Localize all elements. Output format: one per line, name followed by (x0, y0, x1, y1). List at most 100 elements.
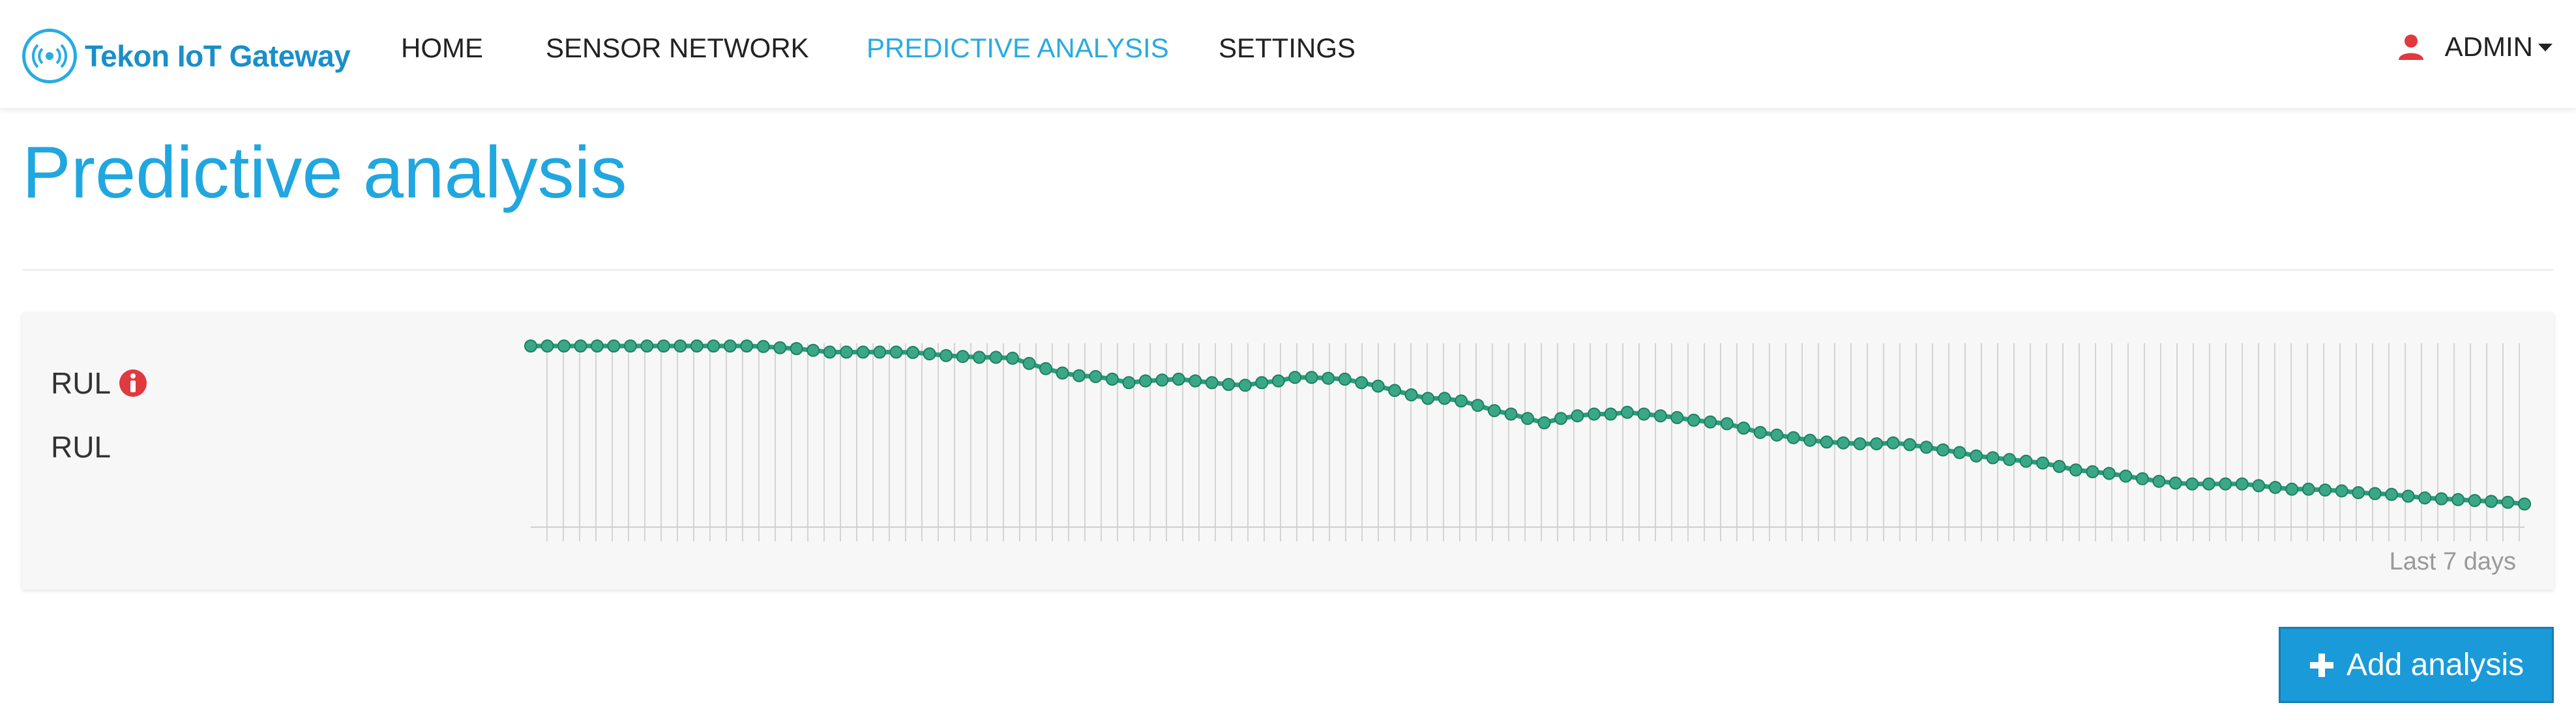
rul-data-point[interactable] (1006, 351, 1019, 365)
rul-data-point[interactable] (2052, 459, 2066, 473)
rul-data-point[interactable] (1587, 407, 1601, 421)
rul-data-point[interactable] (840, 345, 853, 359)
rul-data-point[interactable] (1305, 371, 1318, 384)
rul-data-point[interactable] (640, 339, 654, 353)
rul-data-point[interactable] (956, 350, 970, 364)
rul-data-point[interactable] (1936, 443, 1950, 457)
rul-data-point[interactable] (2485, 495, 2498, 508)
rul-data-point[interactable] (1870, 437, 1884, 451)
rul-data-point[interactable] (1438, 392, 1451, 405)
rul-data-point[interactable] (1986, 451, 2000, 465)
rul-data-point[interactable] (2451, 493, 2465, 506)
rul-data-point[interactable] (1753, 425, 1767, 439)
rul-data-point[interactable] (1537, 416, 1551, 429)
rul-data-point[interactable] (1073, 369, 1086, 382)
rul-data-point[interactable] (574, 339, 587, 353)
nav-item-home[interactable]: HOME (401, 33, 483, 64)
rul-data-point[interactable] (1820, 435, 1833, 449)
rul-data-point[interactable] (1504, 407, 1518, 421)
rul-data-point[interactable] (1737, 422, 1751, 435)
rul-data-point[interactable] (989, 351, 1003, 364)
rul-data-point[interactable] (740, 339, 754, 353)
rul-data-point[interactable] (1222, 378, 1236, 391)
rul-data-point[interactable] (1670, 410, 1684, 424)
rul-data-point[interactable] (2135, 472, 2149, 485)
rul-data-point[interactable] (2418, 491, 2432, 505)
rul-data-point[interactable] (1455, 394, 1468, 408)
rul-data-point[interactable] (2102, 467, 2116, 480)
rul-data-point[interactable] (1903, 438, 1917, 452)
rul-data-point[interactable] (906, 345, 920, 359)
rul-data-point[interactable] (1770, 428, 1784, 442)
rul-data-point[interactable] (1039, 362, 1052, 375)
analysis-card[interactable]: RUL RUL Last 7 days (22, 312, 2554, 590)
rul-data-point[interactable] (1338, 372, 1352, 386)
rul-data-point[interactable] (756, 339, 770, 353)
rul-data-point[interactable] (707, 339, 720, 353)
rul-data-point[interactable] (2302, 482, 2315, 496)
rul-data-point[interactable] (1105, 372, 1119, 386)
rul-data-point[interactable] (557, 339, 570, 353)
rul-data-point[interactable] (1322, 371, 1335, 385)
rul-data-point[interactable] (2086, 465, 2099, 478)
rul-data-point[interactable] (973, 351, 986, 364)
rul-data-point[interactable] (1089, 369, 1103, 383)
rul-data-point[interactable] (1571, 409, 1584, 423)
rul-data-point[interactable] (2268, 481, 2282, 495)
nav-item-predictive-analysis[interactable]: PREDICTIVE ANALYSIS (866, 33, 1169, 64)
rul-data-point[interactable] (1853, 437, 1867, 451)
rul-data-point[interactable] (1238, 379, 1252, 392)
rul-data-point[interactable] (940, 349, 953, 362)
rul-data-point[interactable] (1554, 412, 1567, 425)
rul-data-point[interactable] (1122, 376, 1136, 390)
rul-data-point[interactable] (690, 339, 703, 353)
rul-data-point[interactable] (1189, 374, 1202, 388)
rul-data-point[interactable] (1355, 376, 1369, 390)
add-analysis-button[interactable]: Add analysis (2279, 627, 2554, 703)
rul-data-point[interactable] (1138, 374, 1152, 388)
rul-data-point[interactable] (2119, 469, 2133, 483)
nav-item-settings[interactable]: SETTINGS (1219, 33, 1355, 64)
rul-data-point[interactable] (657, 339, 670, 353)
rul-data-point[interactable] (823, 345, 836, 359)
rul-data-point[interactable] (2069, 463, 2082, 477)
rul-data-point[interactable] (1388, 384, 1402, 397)
rul-data-point[interactable] (1653, 409, 1667, 423)
rul-data-point[interactable] (607, 339, 621, 353)
rul-data-point[interactable] (540, 339, 554, 353)
rul-data-point[interactable] (1172, 372, 1185, 386)
rul-data-point[interactable] (1205, 376, 1219, 390)
rul-data-point[interactable] (2036, 456, 2049, 470)
rul-data-point[interactable] (1837, 436, 1850, 450)
rul-data-point[interactable] (2202, 477, 2215, 491)
rul-data-point[interactable] (2219, 477, 2232, 491)
rul-data-point[interactable] (1471, 399, 1485, 412)
rul-data-point[interactable] (1604, 407, 1618, 421)
rul-data-point[interactable] (2185, 477, 2199, 491)
rul-data-point[interactable] (1704, 415, 1717, 429)
rul-data-point[interactable] (2003, 453, 2016, 467)
rul-data-point[interactable] (2285, 482, 2299, 496)
rul-data-point[interactable] (1288, 371, 1302, 384)
rul-data-point[interactable] (2435, 492, 2448, 506)
rul-data-point[interactable] (2318, 483, 2332, 497)
rul-data-point[interactable] (1056, 366, 1069, 380)
rul-data-point[interactable] (923, 347, 936, 361)
rul-data-point[interactable] (2368, 487, 2382, 500)
rul-data-point[interactable] (2468, 494, 2481, 508)
rul-data-point[interactable] (790, 342, 803, 355)
rul-data-point[interactable] (674, 339, 687, 353)
rul-data-point[interactable] (2385, 487, 2399, 501)
rul-data-point[interactable] (2019, 454, 2033, 468)
rul-data-point[interactable] (1886, 436, 1900, 450)
brand[interactable]: Tekon IoT Gateway (22, 25, 351, 87)
rul-data-point[interactable] (1803, 433, 1817, 447)
rul-data-point[interactable] (2501, 495, 2515, 509)
rul-data-point[interactable] (773, 341, 787, 354)
nav-item-sensor-network[interactable]: SENSOR NETWORK (546, 33, 809, 64)
rul-data-point[interactable] (1953, 446, 1966, 459)
rul-data-point[interactable] (1687, 413, 1700, 427)
rul-data-point[interactable] (2169, 476, 2182, 490)
rul-data-point[interactable] (590, 339, 604, 353)
rul-data-point[interactable] (807, 343, 820, 357)
